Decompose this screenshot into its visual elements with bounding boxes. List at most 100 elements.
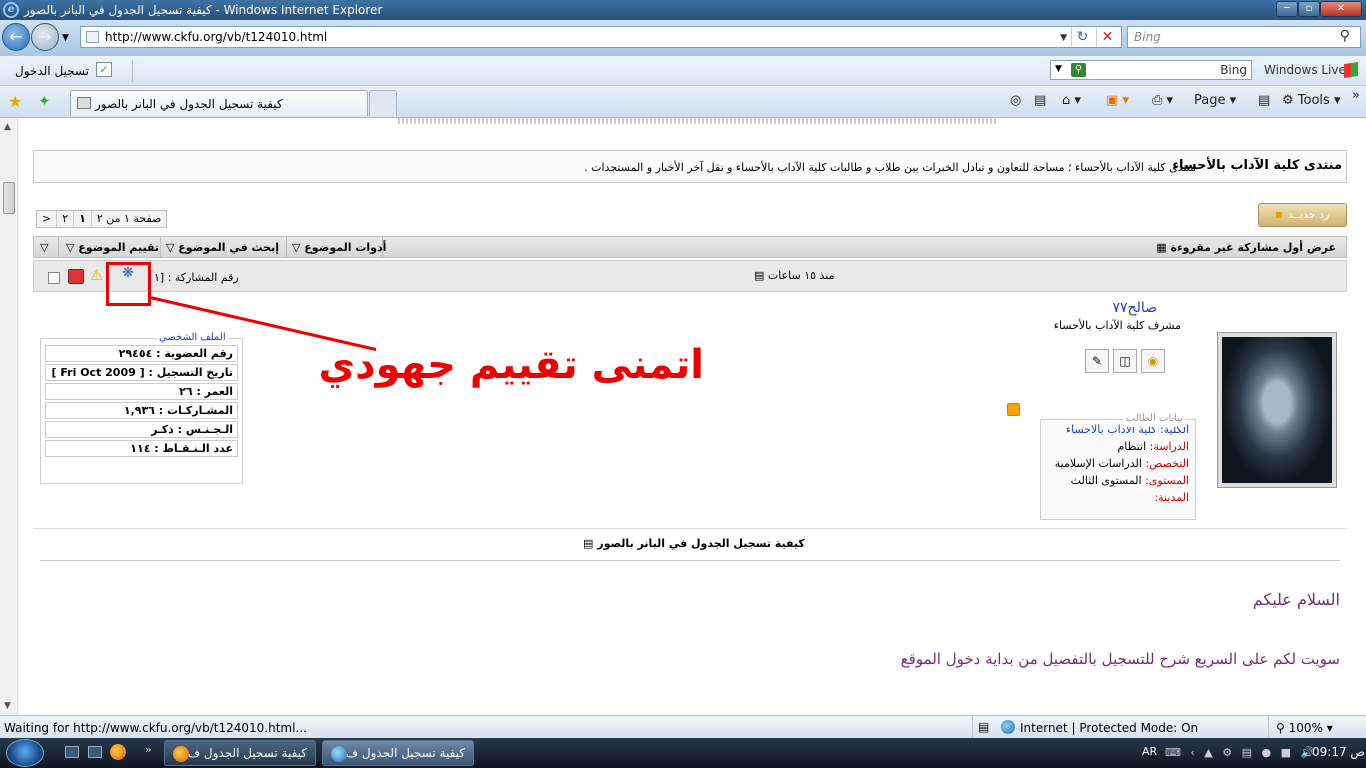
scroll-up-arrow-icon[interactable]: ▲ [4, 122, 11, 132]
thread-rate-label[interactable]: تقييم الموضوع [78, 241, 159, 254]
thread-rate-menu[interactable]: تقييم الموضوع ▽ [66, 241, 159, 254]
major-value: الدراسات الإسلامية [1054, 457, 1142, 470]
thread-search-menu[interactable]: إبحث في الموضوع ▽ [166, 241, 279, 254]
print-icon[interactable]: ⎙ ▾ [1152, 93, 1173, 108]
chevron-more-icon[interactable]: » [1352, 88, 1360, 103]
home-icon[interactable]: ⌂ ▾ [1062, 93, 1081, 108]
status-text: Waiting for http://www.ckfu.org/vb/t1240… [4, 721, 307, 735]
username-link[interactable]: صالح٧٧ [1112, 300, 1157, 316]
new-reply-label[interactable]: رد جديــد [1288, 208, 1330, 221]
post-number[interactable]: رقم المشاركة : [١ [154, 271, 239, 284]
taskbar-button-1-label[interactable]: كيفية تسجيل الجدول ف... [176, 746, 307, 760]
annotation-text: اتمنى تقييم جهودي [318, 342, 704, 388]
divider [286, 237, 287, 258]
favorites-star-icon[interactable]: ★ [8, 92, 22, 111]
tools-menu[interactable]: ⚙ Tools ▾ [1282, 93, 1341, 108]
level-row: المستوى: المستوى الثالث [1047, 472, 1189, 489]
avatar-image [1222, 337, 1332, 483]
address-dropdown-icon[interactable]: ▼ [1060, 33, 1067, 43]
taskbar-button-firefox[interactable]: كيفية تسجيل الجدول ف... [164, 740, 316, 766]
back-button[interactable]: ← [2, 23, 30, 51]
first-unread-link[interactable]: عرض أول مشاركة غير مقروءة ▦ [1156, 241, 1336, 254]
rss-icon[interactable]: ▣ ▾ [1106, 93, 1129, 108]
study-row: الدراسة: انتظام [1047, 438, 1190, 455]
firefox-icon [173, 746, 189, 762]
post-title: كيفية تسجيل الجدول في البانر بالصور ▤ [583, 537, 805, 550]
new-tab-button[interactable] [369, 90, 397, 116]
bing-search-icon[interactable]: ⚲ [1071, 63, 1086, 77]
bing-search-box[interactable]: ▼ ⚲ Bing [1050, 60, 1252, 80]
pagination: > ٢ ١ صفحة ١ من ٢ [36, 210, 168, 228]
next-page-link[interactable]: > [37, 211, 56, 227]
page-menu[interactable]: Page ▾ [1194, 93, 1236, 108]
divider [132, 60, 133, 82]
dropdown-icon[interactable]: ▼ [1055, 64, 1062, 74]
history-dropdown-icon[interactable]: ▼ [62, 33, 69, 43]
search-icon[interactable]: ⚲ [1340, 28, 1350, 44]
language-indicator[interactable]: AR [1142, 745, 1157, 758]
thread-tools-label[interactable]: أدوات الموضوع [304, 241, 386, 254]
login-link[interactable]: تسجيل الدخول [15, 64, 89, 78]
thread-search-label[interactable]: إبحث في الموضوع [178, 241, 279, 254]
add-favorites-icon[interactable]: ✦ [38, 92, 51, 110]
report-post-icon[interactable] [68, 269, 84, 284]
age-row: العمر : ٢٦ [45, 383, 238, 400]
scroll-down-arrow-icon[interactable]: ▼ [4, 701, 11, 711]
toolbar-dropdown-icon[interactable]: ▽ [40, 241, 48, 254]
safety-icon[interactable]: ▤ [1258, 93, 1270, 108]
explorer-quicklaunch-icon[interactable] [88, 746, 102, 758]
minimize-button[interactable]: ─ [1276, 1, 1298, 17]
taskbar-button-2-label[interactable]: كيفية تسجيل الجدول ف... [334, 746, 465, 760]
security-zone-text[interactable]: Internet | Protected Mode: On [1020, 721, 1198, 735]
system-tray-icons[interactable]: ⌨ ‹ ▲ ⚙ ▤ ● ■ 🔊 [1165, 746, 1317, 759]
page-icon [86, 31, 99, 43]
tab-title[interactable]: كيفية تسجيل الجدول في البانر بالصور [95, 97, 283, 111]
student-info-header: بيانات الطالب [1123, 410, 1185, 427]
message-line-2: سويت لكم على السريع شرح للتسجيل بالتفصيل… [900, 650, 1340, 668]
checkmark-icon[interactable]: ✓ [96, 62, 112, 77]
new-reply-button[interactable]: رد جديــد [1258, 203, 1347, 227]
first-unread-label[interactable]: عرض أول مشاركة غير مقروءة [1170, 241, 1336, 254]
city-row: المدينة: [1047, 489, 1189, 506]
show-desktop-icon[interactable] [65, 746, 79, 758]
gender-row: الـجـنـس : ذكـر [45, 421, 238, 438]
popup-blocker-icon[interactable]: ▤ [978, 720, 989, 734]
windows-flag-icon [1344, 62, 1358, 78]
stop-icon[interactable]: ✕ [1096, 27, 1118, 47]
scrollbar-thumb[interactable] [3, 182, 15, 214]
refresh-icon[interactable]: ↻ [1071, 27, 1093, 47]
post-time: منذ ١٥ ساعات ▤ [754, 269, 835, 282]
warning-icon[interactable]: ⚠ [90, 266, 103, 284]
search-input[interactable]: Bing ⚲ [1127, 26, 1361, 48]
pencil-badge-icon: ✎ [1085, 349, 1109, 373]
vertical-scrollbar[interactable]: ▲ ▼ [0, 118, 18, 715]
close-button[interactable]: ✕ [1320, 1, 1362, 17]
tools-menu-label[interactable]: Tools [1298, 93, 1330, 108]
avatar[interactable] [1217, 332, 1337, 488]
clock[interactable]: ص 09:17 [1312, 745, 1365, 759]
major-label: التخصص: [1145, 457, 1189, 470]
thread-tools-menu[interactable]: أدوات الموضوع ▽ [292, 241, 386, 254]
annotation-callout: اتمنى تقييم جهودي [318, 338, 704, 480]
zoom-value[interactable]: 100% [1289, 721, 1323, 735]
divider [40, 560, 1340, 561]
post-select-checkbox[interactable] [48, 272, 60, 284]
page-menu-label[interactable]: Page [1194, 93, 1225, 108]
maximize-button[interactable]: ▫ [1298, 1, 1320, 17]
forum-name[interactable]: منتدى كلية الآداب بالأحساء [1172, 158, 1342, 173]
zoom-level[interactable]: ⚲ 100% ▾ [1276, 721, 1333, 735]
tab-active[interactable]: كيفية تسجيل الجدول في البانر بالصور [70, 90, 368, 116]
taskbar-button-ie[interactable]: كيفية تسجيل الجدول ف... [322, 740, 474, 766]
feed-reader-icon[interactable]: ▤ [1034, 93, 1046, 108]
address-url[interactable]: http://www.ckfu.org/vb/t124010.html [105, 30, 327, 44]
window-title-bar: e كيفية تسجيل الجدول في البانر بالصور - … [0, 0, 1366, 20]
start-button[interactable] [6, 739, 44, 767]
page-2-link[interactable]: ٢ [56, 211, 73, 227]
firefox-icon[interactable] [110, 744, 126, 760]
card-badge-icon: ◫ [1113, 349, 1137, 373]
forward-button[interactable]: → [31, 23, 59, 51]
skype-icon[interactable]: ◎ [1010, 93, 1021, 108]
quicklaunch-more-icon[interactable]: » [145, 743, 152, 756]
address-bar[interactable]: http://www.ckfu.org/vb/t124010.html ▼ ↻ … [80, 26, 1122, 48]
windows-live-link[interactable]: Windows Live [1264, 63, 1346, 77]
